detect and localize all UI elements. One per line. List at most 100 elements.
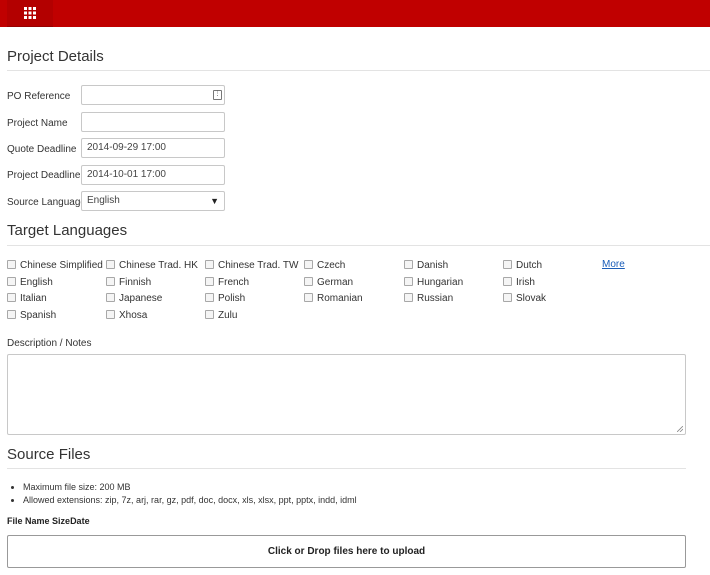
language-label: Danish xyxy=(417,260,449,271)
allowed-extensions-note: Allowed extensions: zip, 7z, arj, rar, g… xyxy=(23,494,357,507)
section-title-project-details: Project Details xyxy=(7,48,104,65)
language-label: Finnish xyxy=(119,277,152,288)
language-label: Hungarian xyxy=(417,277,464,288)
language-checkbox[interactable] xyxy=(503,276,512,286)
description-label: Description / Notes xyxy=(7,338,92,349)
language-option[interactable]: Italian xyxy=(7,292,47,305)
language-checkbox[interactable] xyxy=(106,309,115,319)
column-date: Date xyxy=(70,516,90,526)
source-language-label: Source Language xyxy=(7,197,86,208)
language-option[interactable]: Romanian xyxy=(304,292,363,305)
po-reference-label: PO Reference xyxy=(7,91,71,102)
project-name-field[interactable] xyxy=(81,112,225,132)
resize-grip-icon[interactable] xyxy=(677,426,683,432)
language-label: Czech xyxy=(317,260,346,271)
dropdown-arrow-icon: ▼ xyxy=(210,196,219,206)
language-checkbox[interactable] xyxy=(205,276,214,286)
po-reference-input[interactable] xyxy=(87,86,207,104)
section-title-target-languages: Target Languages xyxy=(7,222,128,239)
language-label: Dutch xyxy=(516,260,543,271)
quote-deadline-field[interactable]: 2014-09-29 17:00 xyxy=(81,138,225,158)
source-language-select[interactable]: English ▼ xyxy=(81,191,225,211)
language-option[interactable]: Slovak xyxy=(503,292,546,305)
project-name-input[interactable] xyxy=(87,113,207,131)
language-option[interactable]: French xyxy=(205,276,249,289)
language-option[interactable]: Polish xyxy=(205,292,245,305)
language-option[interactable]: Chinese Trad. HK xyxy=(106,259,198,272)
column-size: Size xyxy=(52,516,71,526)
language-checkbox[interactable] xyxy=(106,259,115,269)
language-option[interactable]: Czech xyxy=(304,259,345,272)
language-checkbox[interactable] xyxy=(304,292,313,302)
language-checkbox[interactable] xyxy=(7,292,16,302)
section-title-source-files: Source Files xyxy=(7,446,91,463)
source-language-value: English xyxy=(87,195,120,206)
po-reference-field[interactable]: ⋮ xyxy=(81,85,225,105)
grid-icon xyxy=(24,7,36,19)
language-checkbox[interactable] xyxy=(7,309,16,319)
language-checkbox[interactable] xyxy=(7,259,16,269)
language-label: Romanian xyxy=(317,293,363,304)
language-option[interactable]: Danish xyxy=(404,259,448,272)
language-checkbox[interactable] xyxy=(106,292,115,302)
section-divider xyxy=(7,70,710,71)
language-checkbox[interactable] xyxy=(404,276,413,286)
language-checkbox[interactable] xyxy=(503,259,512,269)
language-option[interactable]: Finnish xyxy=(106,276,151,289)
language-label: German xyxy=(317,277,354,288)
section-divider xyxy=(7,468,686,469)
more-languages-link[interactable]: More xyxy=(602,259,625,270)
language-label: Chinese Trad. HK xyxy=(119,260,198,271)
language-option[interactable]: Japanese xyxy=(106,292,162,305)
language-option[interactable]: English xyxy=(7,276,53,289)
language-option[interactable]: German xyxy=(304,276,353,289)
max-file-size-note: Maximum file size: 200 MB xyxy=(23,481,357,494)
language-checkbox[interactable] xyxy=(205,309,214,319)
language-checkbox[interactable] xyxy=(503,292,512,302)
language-option[interactable]: Zulu xyxy=(205,309,237,322)
language-option[interactable]: Irish xyxy=(503,276,535,289)
language-label: Chinese Simplified xyxy=(20,260,103,271)
language-label: French xyxy=(218,277,250,288)
language-label: Xhosa xyxy=(119,310,148,321)
language-option[interactable]: Dutch xyxy=(503,259,542,272)
language-option[interactable]: Russian xyxy=(404,292,453,305)
project-deadline-label: Project Deadline xyxy=(7,170,81,181)
language-label: Irish xyxy=(516,277,535,288)
project-name-label: Project Name xyxy=(7,118,68,129)
language-checkbox[interactable] xyxy=(304,276,313,286)
language-checkbox[interactable] xyxy=(304,259,313,269)
top-bar xyxy=(0,0,710,27)
language-option[interactable]: Chinese Trad. TW xyxy=(205,259,298,272)
language-checkbox[interactable] xyxy=(404,259,413,269)
file-dropzone[interactable]: Click or Drop files here to upload xyxy=(7,535,686,568)
language-label: Russian xyxy=(417,293,454,304)
project-deadline-value: 2014-10-01 17:00 xyxy=(87,169,166,180)
language-label: Zulu xyxy=(218,310,238,321)
project-deadline-field[interactable]: 2014-10-01 17:00 xyxy=(81,165,225,185)
language-label: English xyxy=(20,277,53,288)
language-label: Polish xyxy=(218,293,246,304)
language-checkbox[interactable] xyxy=(106,276,115,286)
column-file-name: File Name xyxy=(7,516,50,526)
apps-menu-button[interactable] xyxy=(7,0,53,27)
language-option[interactable]: Chinese Simplified xyxy=(7,259,103,272)
lookup-icon[interactable]: ⋮ xyxy=(213,90,222,100)
language-checkbox[interactable] xyxy=(404,292,413,302)
file-table-header: File Name SizeDate xyxy=(7,516,90,526)
language-checkbox[interactable] xyxy=(7,276,16,286)
quote-deadline-value: 2014-09-29 17:00 xyxy=(87,142,166,153)
upload-info-list: Maximum file size: 200 MB Allowed extens… xyxy=(7,481,357,507)
language-option[interactable]: Xhosa xyxy=(106,309,147,322)
description-textarea[interactable] xyxy=(7,354,689,438)
language-option[interactable]: Spanish xyxy=(7,309,56,322)
language-option[interactable]: Hungarian xyxy=(404,276,463,289)
language-label: Slovak xyxy=(516,293,547,304)
quote-deadline-label: Quote Deadline xyxy=(7,144,77,155)
language-checkbox[interactable] xyxy=(205,259,214,269)
description-input[interactable] xyxy=(8,355,689,438)
language-checkbox[interactable] xyxy=(205,292,214,302)
language-label: Spanish xyxy=(20,310,57,321)
language-label: Chinese Trad. TW xyxy=(218,260,299,271)
section-divider xyxy=(7,245,710,246)
